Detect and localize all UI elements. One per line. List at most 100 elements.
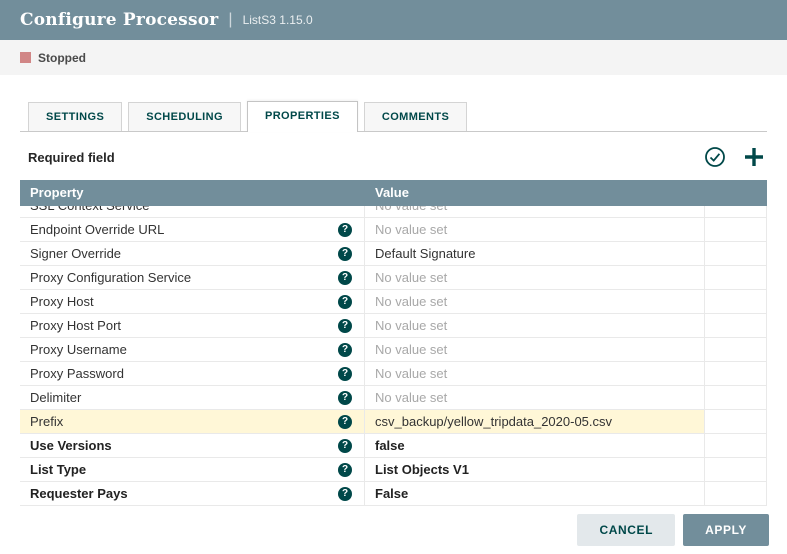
row-spacer	[705, 266, 767, 289]
property-cell: Requester Pays?	[20, 482, 365, 505]
column-header-value: Value	[365, 180, 705, 206]
property-cell: Endpoint Override URL?	[20, 218, 365, 241]
page-title: Configure Processor	[20, 10, 218, 30]
table-row[interactable]: Proxy Configuration Service? No value set	[20, 266, 767, 290]
status-bar: Stopped	[0, 40, 787, 75]
property-name: Proxy Username	[30, 338, 127, 361]
property-name: Proxy Host	[30, 290, 94, 313]
property-name: Endpoint Override URL	[30, 218, 164, 241]
tab-scheduling[interactable]: SCHEDULING	[128, 102, 241, 131]
property-value[interactable]: Default Signature	[365, 242, 705, 265]
row-spacer	[705, 290, 767, 313]
tab-properties[interactable]: PROPERTIES	[247, 101, 358, 132]
required-field-label: Required field	[28, 150, 115, 165]
property-cell: Proxy Password?	[20, 362, 365, 385]
table-row[interactable]: Signer Override?Default Signature	[20, 242, 767, 266]
help-icon[interactable]: ?	[338, 247, 352, 261]
table-row[interactable]: Prefix?csv_backup/yellow_tripdata_2020-0…	[20, 410, 767, 434]
table-row-clipped[interactable]: SSL Context Service No value set	[20, 206, 767, 218]
configure-processor-dialog: Configure Processor | ListS3 1.15.0 Stop…	[0, 0, 787, 554]
property-value[interactable]: List Objects V1	[365, 458, 705, 481]
help-icon[interactable]: ?	[338, 439, 352, 453]
help-icon[interactable]: ?	[338, 343, 352, 357]
property-name: Signer Override	[30, 242, 121, 265]
help-icon[interactable]: ?	[338, 319, 352, 333]
properties-toolbar: Required field	[20, 132, 767, 180]
property-name: Use Versions	[30, 434, 112, 457]
help-icon[interactable]: ?	[338, 223, 352, 237]
add-property-icon	[743, 146, 765, 168]
status-label: Stopped	[38, 51, 86, 65]
table-row[interactable]: Delimiter?No value set	[20, 386, 767, 410]
property-value[interactable]: No value set	[365, 218, 705, 241]
dialog-header: Configure Processor | ListS3 1.15.0	[0, 0, 787, 40]
property-value[interactable]: No value set	[365, 362, 705, 385]
property-name: SSL Context Service	[30, 206, 149, 217]
property-value[interactable]: No value set	[365, 386, 705, 409]
table-row[interactable]: Use Versions?false	[20, 434, 767, 458]
help-icon[interactable]: ?	[338, 487, 352, 501]
property-cell: Delimiter?	[20, 386, 365, 409]
property-value[interactable]: False	[365, 482, 705, 505]
column-header-spacer	[705, 180, 767, 206]
property-name: Delimiter	[30, 386, 81, 409]
property-value[interactable]: No value set	[365, 314, 705, 337]
property-value[interactable]: csv_backup/yellow_tripdata_2020-05.csv	[365, 410, 705, 433]
apply-button[interactable]: APPLY	[683, 514, 769, 546]
toolbar-icons	[703, 145, 765, 169]
processor-subtitle: ListS3 1.15.0	[243, 13, 313, 27]
table-row[interactable]: Proxy Host Port?No value set	[20, 314, 767, 338]
property-name: Prefix	[30, 410, 63, 433]
help-icon[interactable]: ?	[338, 295, 352, 309]
property-name: Proxy Password	[30, 362, 124, 385]
property-value[interactable]: No value set	[365, 290, 705, 313]
cancel-button[interactable]: CANCEL	[577, 514, 675, 546]
property-value[interactable]: false	[365, 434, 705, 457]
help-icon[interactable]: ?	[338, 415, 352, 429]
property-cell: Proxy Host?	[20, 290, 365, 313]
dialog-content: SETTINGSSCHEDULINGPROPERTIESCOMMENTS Req…	[0, 101, 787, 506]
table-row[interactable]: Proxy Host?No value set	[20, 290, 767, 314]
property-cell: Use Versions?	[20, 434, 365, 457]
verify-properties-button[interactable]	[703, 145, 727, 169]
row-spacer	[705, 314, 767, 337]
table-row[interactable]: List Type?List Objects V1	[20, 458, 767, 482]
stopped-status-icon	[20, 52, 31, 63]
row-spacer	[705, 386, 767, 409]
property-cell: Prefix?	[20, 410, 365, 433]
row-spacer	[705, 218, 767, 241]
row-spacer	[705, 338, 767, 361]
row-spacer	[705, 434, 767, 457]
property-name: List Type	[30, 458, 86, 481]
property-cell: Signer Override?	[20, 242, 365, 265]
row-spacer	[705, 206, 767, 217]
row-spacer	[705, 458, 767, 481]
add-property-button[interactable]	[743, 146, 765, 168]
table-row[interactable]: Endpoint Override URL?No value set	[20, 218, 767, 242]
property-name: Requester Pays	[30, 482, 128, 505]
property-value[interactable]: No value set	[365, 338, 705, 361]
table-row[interactable]: Proxy Password?No value set	[20, 362, 767, 386]
tab-comments[interactable]: COMMENTS	[364, 102, 467, 131]
property-name: Proxy Host Port	[30, 314, 121, 337]
property-cell: List Type?	[20, 458, 365, 481]
property-name: Proxy Configuration Service	[30, 266, 191, 289]
title-separator: |	[228, 11, 232, 29]
property-value[interactable]: No value set	[365, 266, 705, 289]
tabs: SETTINGSSCHEDULINGPROPERTIESCOMMENTS	[20, 101, 767, 132]
help-icon[interactable]: ?	[338, 391, 352, 405]
help-icon[interactable]: ?	[338, 367, 352, 381]
help-icon[interactable]: ?	[338, 463, 352, 477]
property-value[interactable]: No value set	[365, 206, 705, 217]
row-spacer	[705, 482, 767, 505]
dialog-footer: CANCEL APPLY	[577, 514, 769, 546]
property-cell: Proxy Username?	[20, 338, 365, 361]
properties-table-body: Endpoint Override URL?No value setSigner…	[20, 218, 767, 506]
table-row[interactable]: Requester Pays?False	[20, 482, 767, 506]
verify-properties-icon	[703, 145, 727, 169]
tab-settings[interactable]: SETTINGS	[28, 102, 122, 131]
table-row[interactable]: Proxy Username?No value set	[20, 338, 767, 362]
help-icon[interactable]: ?	[338, 271, 352, 285]
property-cell: Proxy Host Port?	[20, 314, 365, 337]
column-header-property: Property	[20, 180, 365, 206]
